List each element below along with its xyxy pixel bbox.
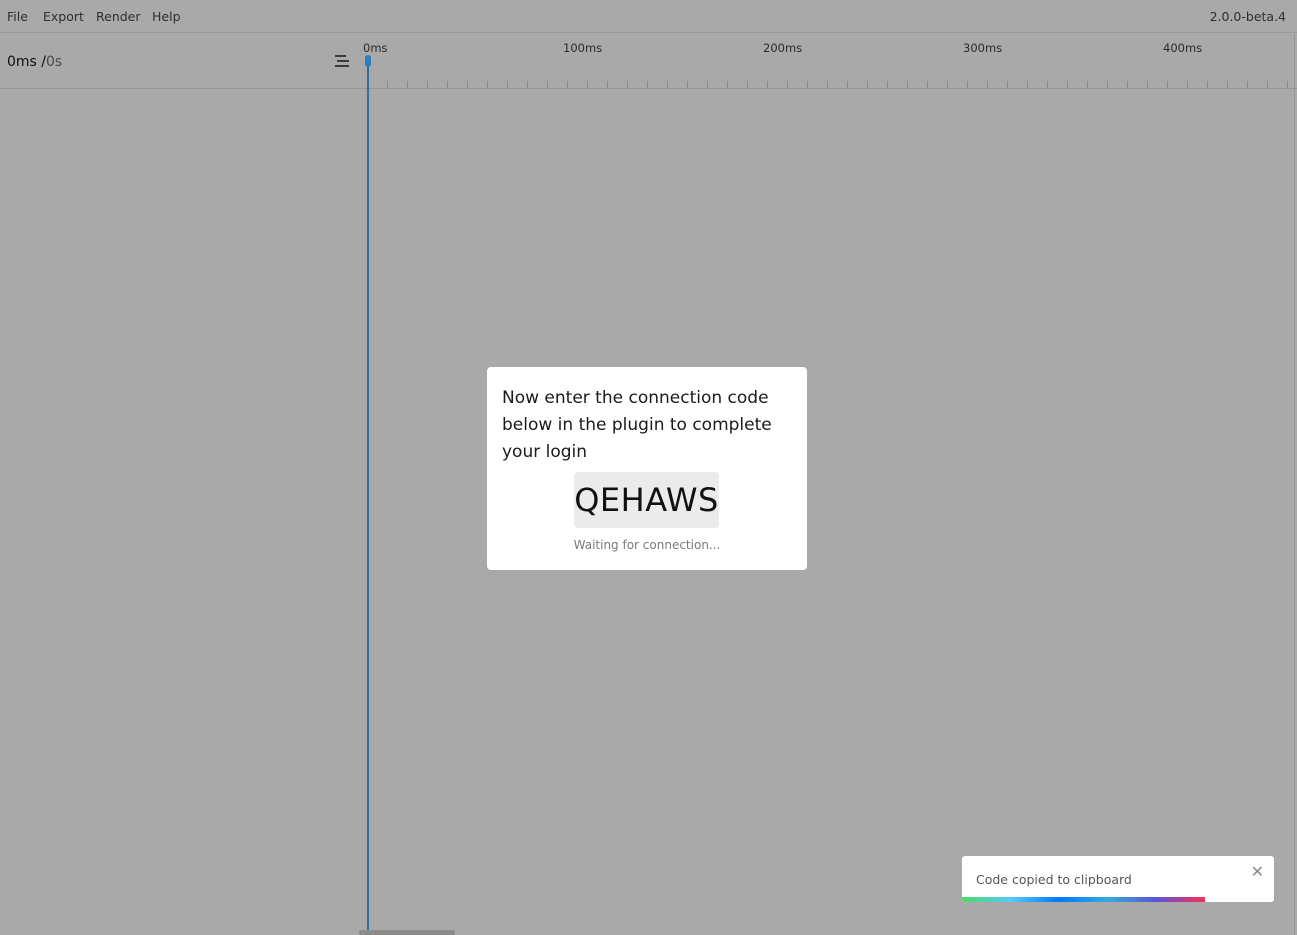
ruler-tick [1247,81,1248,88]
total-time: 0s [46,54,63,70]
ruler-tick [887,81,888,88]
ruler-tick [707,81,708,88]
connection-code-dialog: Now enter the connection code below in t… [487,367,807,570]
dialog-message: Now enter the connection code below in t… [502,388,772,462]
ruler-tick [687,81,688,88]
ruler-tick [427,81,428,88]
ruler-tick [547,81,548,88]
ruler-tick [927,81,928,88]
panel-edge-divider [1294,34,1295,935]
ruler-tick [847,81,848,88]
close-icon[interactable]: ✕ [1251,864,1264,880]
ruler-tick [1187,81,1188,88]
time-display: 0ms /0s [7,54,62,70]
ruler-tick [807,81,808,88]
connection-status: Waiting for connection... [573,538,721,552]
ruler-tick [1107,81,1108,88]
ruler-tick [1207,81,1208,88]
ruler-tick [787,81,788,88]
app-window: File Export Render Help 2.0.0-beta.4 0ms… [0,0,1297,935]
ruler-tick [987,81,988,88]
ruler-tick [747,81,748,88]
ruler-label: 200ms [763,41,803,55]
ruler-tick [667,81,668,88]
ruler-tick [1227,81,1228,88]
ruler-tick [627,81,628,88]
menu-render[interactable]: Render [96,9,141,24]
ruler-tick [587,81,588,88]
ruler-tick [567,81,568,88]
ruler-label: 100ms [563,41,603,55]
list-menu-icon[interactable] [335,55,349,67]
ruler-tick [1267,81,1268,88]
ruler-tick [527,81,528,88]
ruler-tick [1287,81,1288,88]
ruler-tick [1047,81,1048,88]
menu-help[interactable]: Help [152,9,181,24]
ruler-tick [1027,81,1028,88]
ruler-tick [647,81,648,88]
timeline-ruler[interactable]: 0ms 100ms 200ms 300ms 400ms [359,34,1297,88]
ruler-tick [607,81,608,88]
ruler-tick [967,81,968,88]
timeline-header: 0ms /0s 0ms 100ms 200ms 300ms 400ms [0,34,1297,89]
ruler-tick [1167,81,1168,88]
ruler-tick [907,81,908,88]
ruler-tick [1147,81,1148,88]
horizontal-scrollbar[interactable] [359,930,455,935]
ruler-tick [867,81,868,88]
ruler-tick [1007,81,1008,88]
ruler-tick [447,81,448,88]
menu-bar: File Export Render Help 2.0.0-beta.4 [0,0,1297,33]
ruler-tick [1087,81,1088,88]
ruler-tick [487,81,488,88]
ruler-label: 400ms [1163,41,1203,55]
ruler-tick [507,81,508,88]
ruler-label: 300ms [963,41,1003,55]
menu-file[interactable]: File [7,9,28,24]
ruler-tick [1067,81,1068,88]
app-version: 2.0.0-beta.4 [1209,9,1286,24]
toast-message: Code copied to clipboard [976,872,1132,887]
ruler-tick [387,81,388,88]
playhead-handle[interactable] [365,55,371,67]
ruler-tick [407,81,408,88]
ruler-tick [727,81,728,88]
ruler-tick [467,81,468,88]
connection-code[interactable]: QEHAWS [574,472,719,528]
ruler-tick [1127,81,1128,88]
ruler-tick [827,81,828,88]
ruler-label: 0ms [363,41,388,55]
toast-progress-bar [962,897,1206,902]
menu-export[interactable]: Export [43,9,84,24]
playhead-line [367,60,369,935]
toast-notification: Code copied to clipboard ✕ [962,856,1274,902]
current-time: 0ms / [7,54,47,70]
ruler-tick [767,81,768,88]
ruler-tick [947,81,948,88]
